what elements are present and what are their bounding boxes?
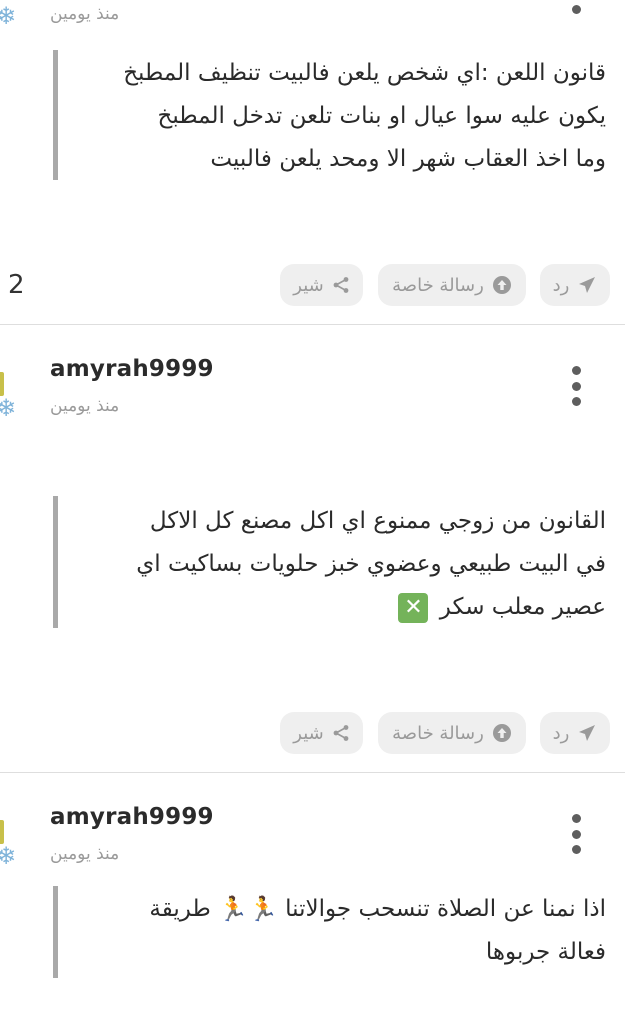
share-button[interactable]: شير — [280, 712, 363, 754]
more-options-button[interactable] — [566, 0, 586, 14]
comment-line: عصير معلب سكر ✕ — [76, 586, 606, 629]
share-label: شير — [293, 722, 324, 744]
reply-label: رد — [552, 274, 570, 296]
arrow-up-circle-icon — [492, 724, 511, 742]
share-icon — [333, 725, 349, 741]
private-message-button[interactable]: رسالة خاصة — [378, 264, 526, 306]
private-message-label: رسالة خاصة — [392, 274, 484, 296]
private-message-button[interactable]: رسالة خاصة — [378, 712, 526, 754]
send-icon — [579, 725, 596, 741]
snowflake-avatar-icon: ❄ — [0, 842, 17, 870]
snowflake-avatar-icon: ❄ — [0, 2, 17, 30]
comment-text: اذا نمنا عن الصلاة تنسحب جوالاتنا 🏃🏃 طري… — [58, 886, 612, 974]
reply-label: رد — [552, 722, 570, 744]
private-message-label: رسالة خاصة — [392, 722, 484, 744]
send-icon — [579, 277, 596, 293]
comment-text: القانون من زوجي ممنوع اي اكل مصنع كل الا… — [58, 496, 612, 629]
comment-quote: قانون اللعن :اي شخص يلعن فالبيت تنظيف ال… — [53, 50, 608, 180]
reply-button[interactable]: رد — [540, 264, 610, 306]
arrow-up-circle-icon — [492, 276, 511, 294]
comment-line-text: اذا نمنا عن الصلاة تنسحب جوالاتنا — [285, 896, 606, 922]
comment-quote: القانون من زوجي ممنوع اي اكل مصنع كل الا… — [53, 496, 608, 628]
comment-text: قانون اللعن :اي شخص يلعن فالبيت تنظيف ال… — [123, 60, 606, 172]
divider — [0, 324, 625, 325]
share-button[interactable]: شير — [280, 264, 363, 306]
comment-line-text: عصير معلب سكر — [439, 594, 606, 620]
more-options-button[interactable] — [566, 814, 586, 854]
avatar-badge — [0, 820, 4, 844]
share-label: شير — [293, 274, 324, 296]
comment-line-text: طريقة — [149, 896, 211, 922]
share-icon — [333, 277, 349, 293]
post-time: منذ يومين — [50, 396, 120, 416]
divider — [0, 772, 625, 773]
reply-count: 2 — [8, 270, 25, 300]
comment-quote: اذا نمنا عن الصلاة تنسحب جوالاتنا 🏃🏃 طري… — [53, 886, 608, 978]
cross-mark-emoji-icon: ✕ — [398, 592, 429, 623]
more-options-button[interactable] — [566, 366, 586, 406]
post-time: منذ يومين — [50, 4, 120, 24]
reply-button[interactable]: رد — [540, 712, 610, 754]
running-person-emoji-icon: 🏃 — [218, 895, 248, 923]
comment-line: القانون من زوجي ممنوع اي اكل مصنع كل الا… — [149, 508, 606, 534]
username[interactable]: amyrah9999 — [50, 356, 214, 382]
avatar-badge — [0, 372, 4, 396]
snowflake-avatar-icon: ❄ — [0, 394, 17, 422]
username[interactable]: amyrah9999 — [50, 804, 214, 830]
comment-line: اذا نمنا عن الصلاة تنسحب جوالاتنا 🏃🏃 طري… — [76, 888, 606, 931]
post-time: منذ يومين — [50, 844, 120, 864]
comment-line: فعالة جربوها — [485, 939, 606, 965]
comments-page: ❄ منذ يومين قانون اللعن :اي شخص يلعن فال… — [0, 0, 625, 1026]
comment-line: في البيت طبيعي وعضوي خبز حلويات بساكيت ا… — [136, 551, 606, 577]
running-person-emoji-icon: 🏃 — [247, 895, 278, 923]
